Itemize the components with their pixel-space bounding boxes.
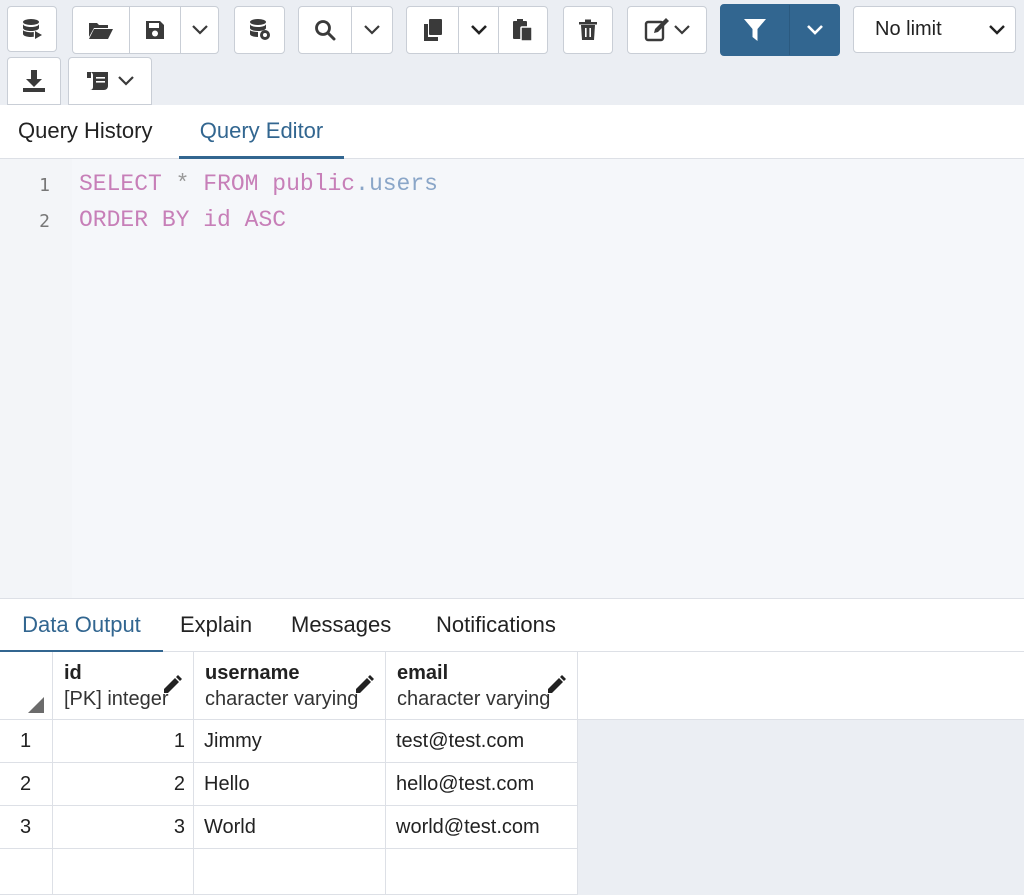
header-filler [578,652,1024,720]
execute-server-button[interactable] [7,6,57,52]
folder-open-icon [89,23,113,39]
new-row-cell[interactable] [386,849,578,895]
trash-icon [579,19,597,40]
edit-icon [644,18,669,42]
row-number[interactable]: 1 [0,720,53,763]
new-row-cell[interactable] [194,849,386,895]
database-cog-icon [249,19,270,40]
sql-column: id [203,207,231,233]
column-header-username[interactable]: username character varying [194,652,386,720]
select-all-corner[interactable] [0,652,53,720]
sql-schema: public [272,171,356,197]
table-cell-id[interactable]: 2 [53,763,194,806]
download-icon [23,70,45,92]
tab-data-output[interactable]: Data Output [0,599,163,653]
table-cell-email[interactable]: test@test.com [386,720,578,763]
code-line-1[interactable]: SELECT * FROM public.users [79,171,438,197]
chevron-down-icon [364,25,380,35]
sql-keyword: ORDER BY [79,207,190,233]
pencil-icon [548,675,566,693]
copy-icon [423,19,442,41]
table-cell-email[interactable]: hello@test.com [386,763,578,806]
database-play-icon [23,19,42,39]
editor-tabs: Query History Query Editor [0,105,1024,159]
manage-macros-button[interactable] [234,6,285,54]
line-number: 1 [39,175,50,196]
column-name: id [64,662,82,684]
sql-operator: * [175,171,190,197]
pencil-icon [164,675,182,693]
sql-keyword: FROM [203,171,259,197]
column-header-id[interactable]: id [PK] integer [53,652,194,720]
tab-messages[interactable]: Messages [291,599,391,653]
table-cell-id[interactable]: 1 [53,720,194,763]
tab-notifications[interactable]: Notifications [436,599,556,653]
download-button[interactable] [7,57,61,105]
save-icon [146,21,164,39]
new-row-cell[interactable] [53,849,194,895]
filter-button-group [720,4,840,56]
row-number[interactable]: 2 [0,763,53,806]
column-name: email [397,662,449,684]
find-button[interactable] [299,7,351,53]
copy-button-group [406,6,548,54]
save-dropdown-button[interactable] [180,7,218,53]
table-cell-username[interactable]: World [194,806,386,849]
table-cell-email[interactable]: world@test.com [386,806,578,849]
search-icon [315,20,336,41]
macros-dropdown-button[interactable] [68,57,152,105]
column-header-email[interactable]: email character varying [386,652,578,720]
column-name: username [205,662,300,684]
tab-query-history[interactable]: Query History [18,105,168,159]
filter-button[interactable] [721,5,789,55]
row-number[interactable]: 3 [0,806,53,849]
pencil-icon [356,675,374,693]
chevron-down-icon [470,25,487,35]
tab-explain[interactable]: Explain [180,599,252,653]
copy-dropdown-button[interactable] [458,7,498,53]
column-type: character varying [205,688,359,710]
scroll-macro-icon [87,72,108,90]
save-file-button[interactable] [129,7,180,53]
sql-editor[interactable]: 1 2 SELECT * FROM public.users ORDER BY … [0,159,1024,598]
chevron-down-icon [674,25,690,35]
table-cell-username[interactable]: Jimmy [194,720,386,763]
find-button-group [298,6,393,54]
paste-icon [513,19,533,42]
row-limit-select[interactable]: No limit [853,6,1016,53]
file-button-group [72,6,219,54]
chevron-down-icon [806,25,823,35]
data-output-grid: id [PK] integer username character varyi… [0,652,1024,895]
table-cell-username[interactable]: Hello [194,763,386,806]
sql-keyword: ASC [244,207,287,233]
delete-button[interactable] [563,6,613,54]
code-line-2[interactable]: ORDER BY id ASC [79,207,286,233]
row-limit-value: No limit [875,18,942,40]
line-number-gutter: 1 2 [0,159,72,598]
new-row-number[interactable] [0,849,53,895]
filter-dropdown-button[interactable] [789,5,839,55]
chevron-down-icon [191,25,208,35]
paste-button[interactable] [498,7,547,53]
chevron-down-icon [989,25,1005,35]
sql-keyword: SELECT [79,171,162,197]
table-cell-id[interactable]: 3 [53,806,194,849]
line-number: 2 [39,211,50,232]
column-type: character varying [397,688,551,710]
tab-query-editor[interactable]: Query Editor [179,105,344,159]
filter-icon [744,19,766,41]
chevron-down-icon [118,76,134,86]
sql-table: users [368,171,438,197]
query-toolbar: No limit [0,0,1024,105]
find-dropdown-button[interactable] [351,7,392,53]
copy-button[interactable] [407,7,458,53]
column-type: [PK] integer [64,688,169,710]
sql-dot: . [355,171,369,197]
open-file-button[interactable] [73,7,129,53]
output-tabs: Data Output Explain Messages Notificatio… [0,598,1024,653]
edit-dropdown-button[interactable] [627,6,707,54]
corner-triangle-icon [28,697,44,713]
